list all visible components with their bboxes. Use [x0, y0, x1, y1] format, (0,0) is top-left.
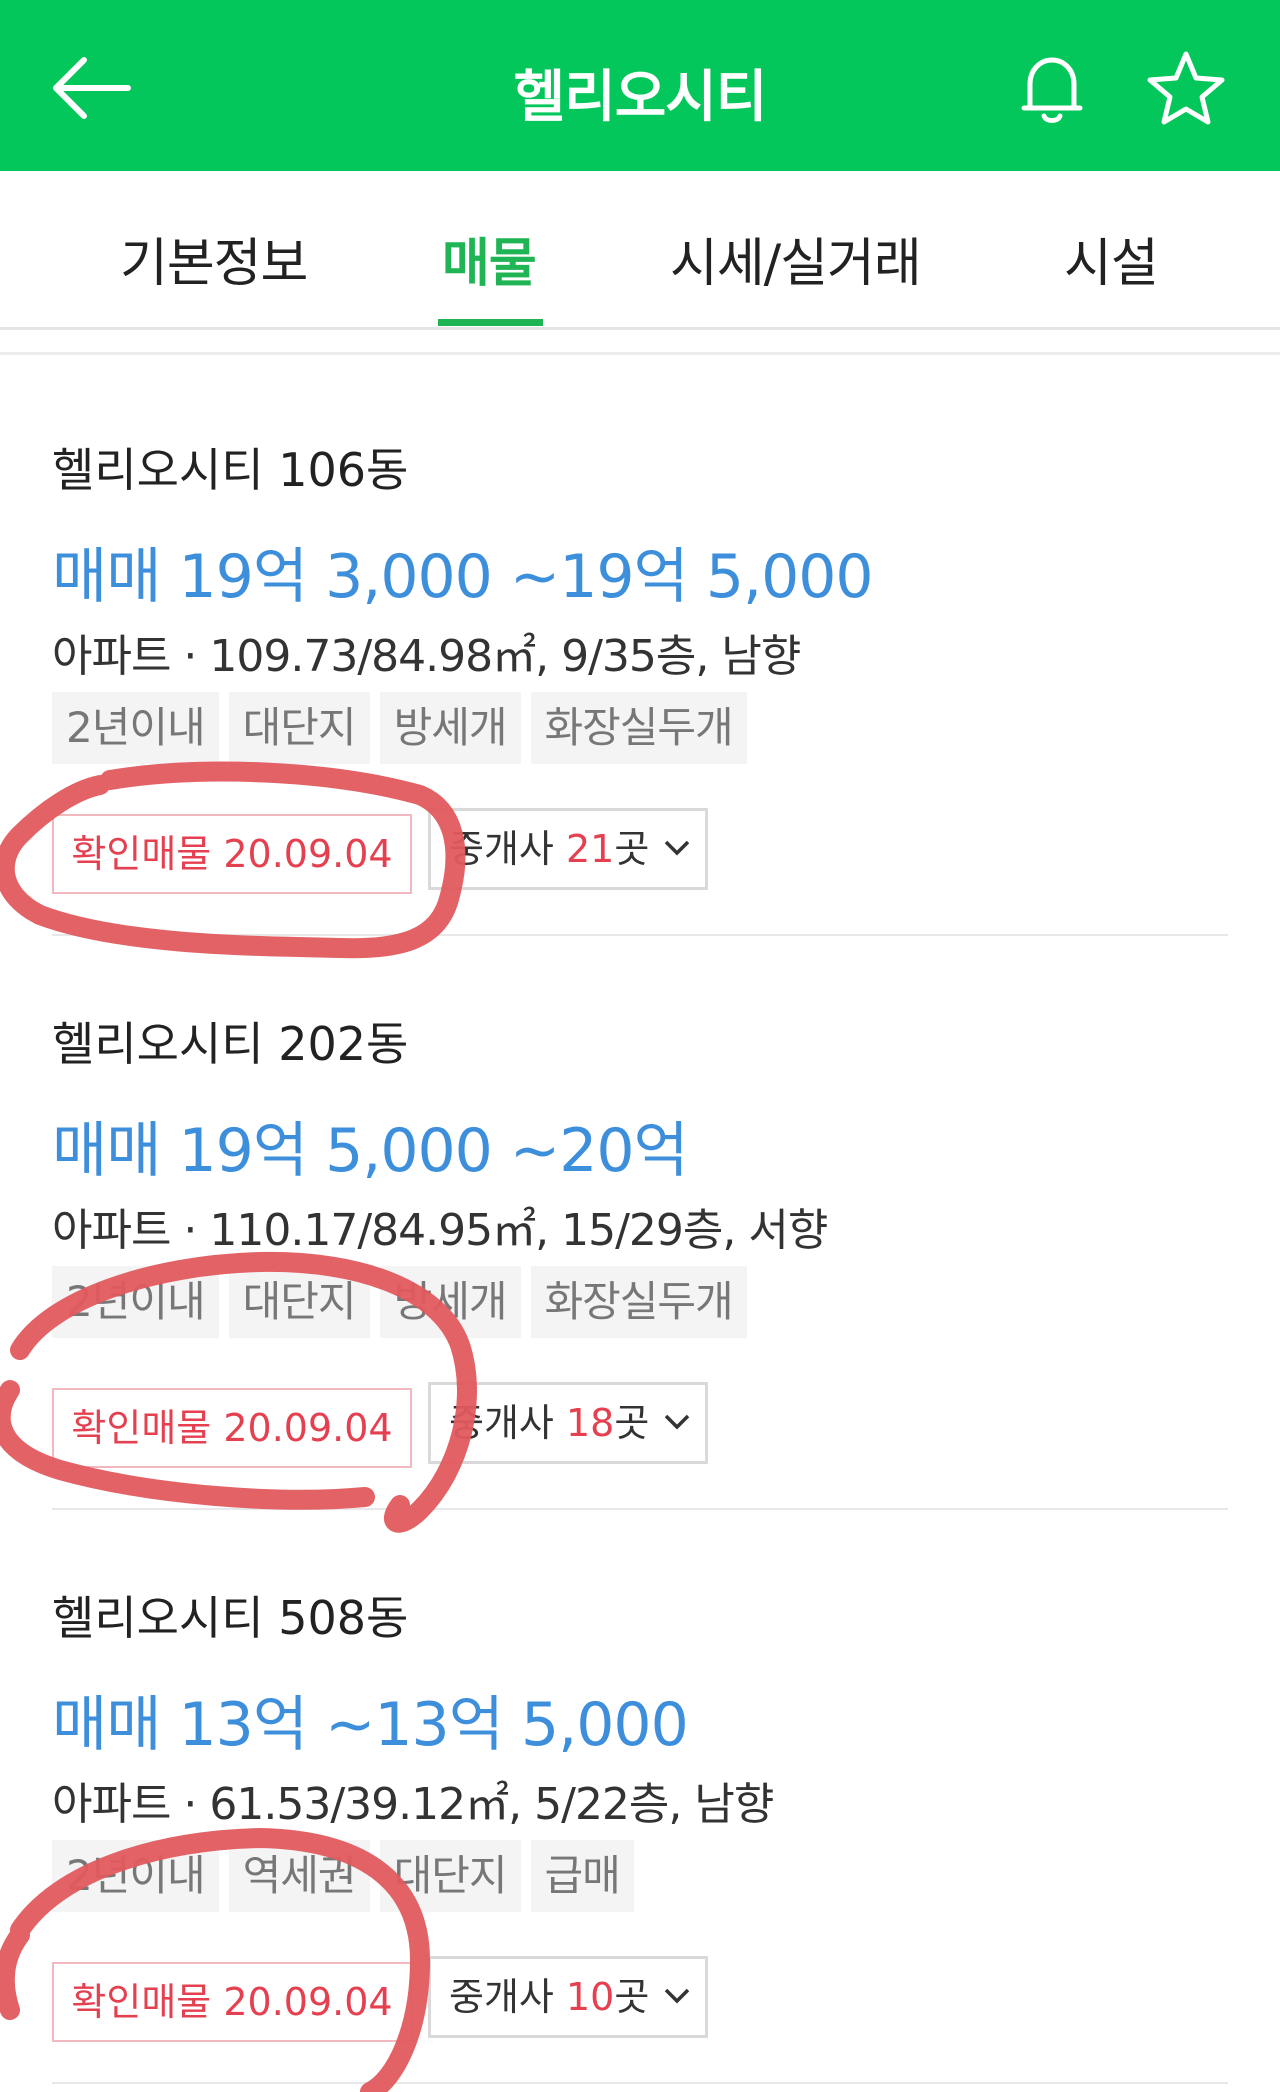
broker-dropdown-button[interactable]: 중개사 21곳 — [428, 808, 708, 890]
tag: 방세개 — [379, 692, 521, 764]
confirmed-listing-badge: 확인매물 20.09.04 — [52, 1388, 412, 1468]
tag-list: 2년이내 대단지 방세개 화장실두개 — [52, 692, 757, 766]
tab-facilities[interactable]: 시설 — [1064, 221, 1159, 296]
broker-dropdown-button[interactable]: 중개사 10곳 — [428, 1956, 708, 2038]
tag: 2년이내 — [52, 1840, 219, 1912]
listing-price: 매매 19억 3,000 ~19억 5,000 — [52, 542, 874, 612]
listing-name: 헬리오시티 106동 — [52, 443, 409, 497]
broker-unit: 곳 — [614, 1975, 650, 2019]
tab-listings[interactable]: 매물 — [442, 221, 537, 296]
broker-label: 중개사 — [449, 1401, 554, 1445]
broker-label: 중개사 — [449, 827, 554, 871]
broker-count: 18 — [565, 1401, 615, 1445]
listing-price: 매매 19억 5,000 ~20억 — [52, 1116, 689, 1186]
tag: 화장실두개 — [530, 1266, 747, 1338]
tag: 대단지 — [228, 692, 370, 764]
bell-icon[interactable] — [1016, 48, 1088, 128]
tag: 역세권 — [228, 1840, 370, 1912]
section-divider — [0, 352, 1280, 355]
listing-detail: 아파트 · 110.17/84.95㎡, 15/29층, 서향 — [52, 1205, 828, 1256]
active-tab-indicator — [438, 319, 543, 326]
broker-count: 21 — [565, 827, 615, 871]
broker-count: 10 — [565, 1975, 615, 2019]
tag: 급매 — [530, 1840, 634, 1912]
listing-item[interactable]: 헬리오시티 508동 매매 13억 ~13억 5,000 아파트 · 61.53… — [0, 1520, 1280, 2084]
list-divider — [52, 1508, 1228, 1510]
broker-unit: 곳 — [614, 1401, 650, 1445]
listing-item[interactable]: 헬리오시티 106동 매매 19억 3,000 ~19억 5,000 아파트 ·… — [0, 372, 1280, 936]
confirmed-listing-badge: 확인매물 20.09.04 — [52, 1962, 412, 2042]
chevron-down-icon — [664, 840, 690, 856]
tag: 방세개 — [379, 1266, 521, 1338]
broker-label: 중개사 — [449, 1975, 554, 2019]
tag: 대단지 — [379, 1840, 521, 1912]
tag-list: 2년이내 역세권 대단지 급매 — [52, 1840, 644, 1914]
listing-item[interactable]: 헬리오시티 202동 매매 19억 5,000 ~20억 아파트 · 110.1… — [0, 946, 1280, 1510]
confirmed-listing-badge: 확인매물 20.09.04 — [52, 814, 412, 894]
list-divider — [52, 934, 1228, 936]
broker-dropdown-button[interactable]: 중개사 18곳 — [428, 1382, 708, 1464]
listing-detail: 아파트 · 61.53/39.12㎡, 5/22층, 남향 — [52, 1779, 774, 1830]
page-title: 헬리오시티 — [513, 65, 768, 130]
listing-name: 헬리오시티 508동 — [52, 1591, 409, 1645]
chevron-down-icon — [664, 1988, 690, 2004]
broker-unit: 곳 — [614, 827, 650, 871]
tab-price-transactions[interactable]: 시세/실거래 — [670, 221, 922, 296]
tag: 2년이내 — [52, 1266, 219, 1338]
listing-price: 매매 13억 ~13억 5,000 — [52, 1690, 689, 1760]
listing-name: 헬리오시티 202동 — [52, 1017, 409, 1071]
list-divider — [52, 2082, 1228, 2084]
tag: 대단지 — [228, 1266, 370, 1338]
tag: 화장실두개 — [530, 692, 747, 764]
tag-list: 2년이내 대단지 방세개 화장실두개 — [52, 1266, 757, 1340]
tab-bar: 기본정보 매물 시세/실거래 시설 — [0, 171, 1280, 330]
app-header: 헬리오시티 — [0, 0, 1280, 171]
star-icon[interactable] — [1144, 48, 1228, 128]
chevron-down-icon — [664, 1414, 690, 1430]
tag: 2년이내 — [52, 692, 219, 764]
tab-basic-info[interactable]: 기본정보 — [120, 221, 308, 296]
listing-detail: 아파트 · 109.73/84.98㎡, 9/35층, 남향 — [52, 631, 801, 682]
